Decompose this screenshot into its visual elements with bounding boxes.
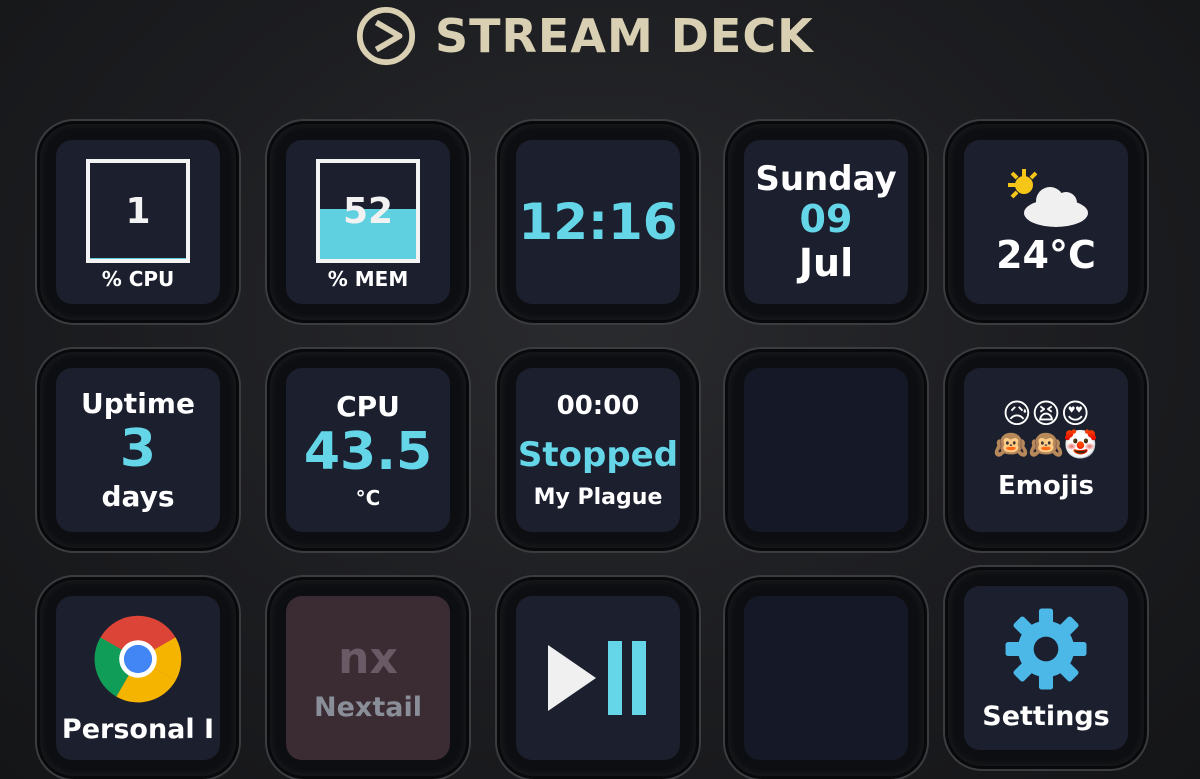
chrome-icon [94,615,182,702]
play-pause-icon [548,641,646,715]
uptime-value: 3 [119,419,157,480]
cpu-meter: 1 [86,159,190,263]
key-music-player[interactable]: 00:00 Stopped My Plague [500,352,696,548]
date-number: 09 [799,197,853,242]
key-mem-usage[interactable]: 52 % MEM [270,124,466,320]
gear-icon [1005,608,1087,689]
emojis-label: Emojis [997,470,1094,501]
key-settings[interactable]: Settings [948,570,1144,766]
mem-meter: 52 [316,159,420,263]
key-blank-2[interactable] [728,580,924,776]
mem-value: 52 [342,190,394,232]
date-day: Sunday [755,159,897,200]
cpu-meter-fill [90,258,186,259]
nextail-logo: nx [338,633,398,684]
key-date[interactable]: Sunday 09 Jul [728,124,924,320]
settings-label: Settings [982,700,1110,732]
key-nextail[interactable]: nx Nextail [270,580,466,776]
key-blank-1[interactable] [728,352,924,548]
key-cpu-temp[interactable]: CPU 43.5 °C [270,352,466,548]
key-grid: 1 % CPU 52 % MEM 12:16 Sunday 09 Jul 24°… [0,0,1200,779]
uptime-unit: days [101,479,175,513]
key-weather[interactable]: 24°C [948,124,1144,320]
cpu-temp-label: CPU [336,389,400,423]
music-track: My Plague [533,484,663,510]
partly-cloudy-icon [1008,169,1088,227]
uptime-label: Uptime [81,387,195,421]
mem-label: % MEM [327,267,409,291]
weather-temp: 24°C [996,233,1096,277]
music-time: 00:00 [556,390,640,421]
cpu-label: % CPU [101,267,175,291]
key-cpu-usage[interactable]: 1 % CPU [40,124,236,320]
music-status: Stopped [517,434,679,475]
emoji-row-2: 🙉🙉🤡 [993,428,1099,461]
nextail-label: Nextail [314,692,422,723]
key-uptime[interactable]: Uptime 3 days [40,352,236,548]
cpu-temp-unit: °C [355,486,381,511]
cpu-temp-value: 43.5 [303,421,433,482]
key-chrome-profile[interactable]: Personal I [40,580,236,776]
clock-time: 12:16 [518,193,678,251]
date-month: Jul [798,240,854,285]
key-play-pause[interactable] [500,580,696,776]
key-clock[interactable]: 12:16 [500,124,696,320]
key-emojis[interactable]: 😥😫😍 🙉🙉🤡 Emojis [948,352,1144,548]
cpu-value: 1 [125,190,151,232]
chrome-label: Personal I [61,713,215,745]
emoji-row-1: 😥😫😍 [1002,397,1090,431]
